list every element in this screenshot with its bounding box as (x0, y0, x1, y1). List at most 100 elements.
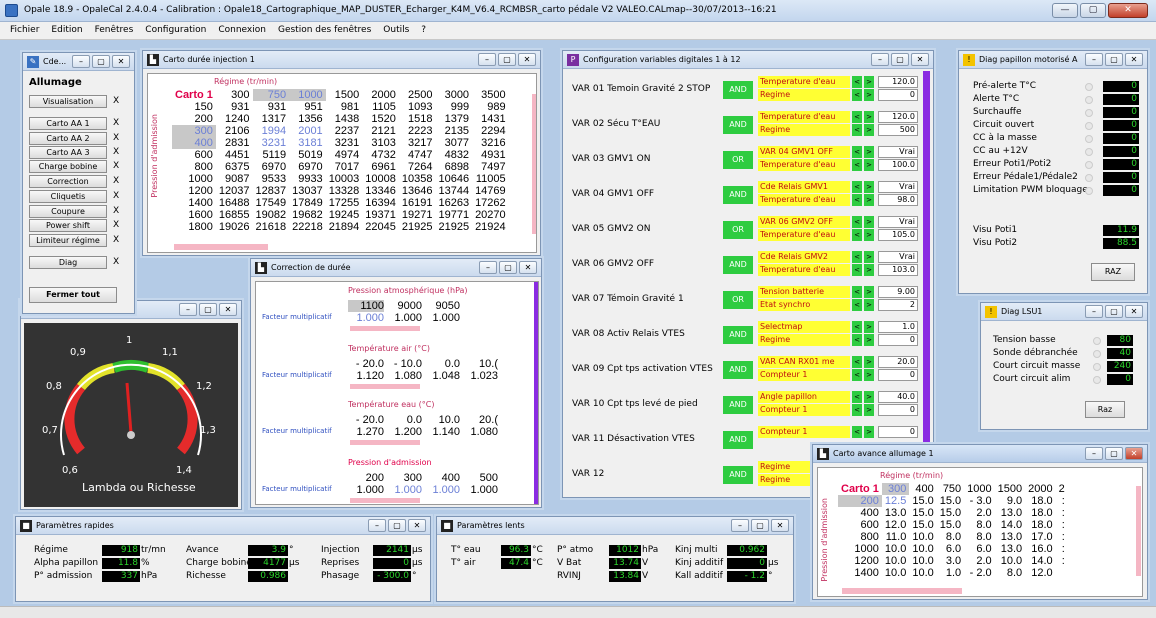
table-cell[interactable]: 13.0 (882, 507, 909, 519)
table-cell[interactable]: : (1056, 555, 1068, 567)
allumage-item-button[interactable]: Carto AA 3 (29, 146, 107, 159)
threshold-value[interactable]: 1.0 (878, 321, 918, 333)
logic-operator[interactable]: OR (723, 291, 753, 309)
axis-cell[interactable]: - 20.0 (348, 358, 384, 370)
allumage-item-button[interactable]: Visualisation (29, 95, 107, 108)
allumage-item-close[interactable]: X (113, 220, 119, 230)
table-cell[interactable]: 1431 (472, 113, 509, 125)
threshold-value[interactable]: 20.0 (878, 356, 918, 368)
table-cell[interactable]: 6375 (216, 161, 253, 173)
table-cell[interactable]: 1438 (326, 113, 363, 125)
block-scrollbar[interactable] (350, 498, 420, 503)
table-cell[interactable]: 1379 (435, 113, 472, 125)
compare-gt[interactable]: > (864, 264, 874, 276)
input-variable[interactable]: Regime (758, 334, 850, 346)
allumage-item-close[interactable]: X (113, 161, 119, 171)
compare-gt[interactable]: > (864, 299, 874, 311)
table-cell[interactable]: 6.0 (937, 543, 964, 555)
allumage-item-close[interactable]: X (113, 96, 119, 106)
raz-lsu-button[interactable]: Raz (1085, 401, 1125, 418)
table-cell[interactable]: 2.0 (964, 507, 994, 519)
input-variable[interactable]: Temperature d'eau (758, 194, 850, 206)
minimize-button[interactable]: – (731, 519, 749, 532)
input-variable[interactable]: VAR CAN RX01 me (758, 356, 850, 368)
table-cell[interactable]: 5019 (289, 149, 326, 161)
table-cell[interactable]: 6961 (362, 161, 399, 173)
table-cell[interactable]: 6.0 (964, 543, 994, 555)
table-cell[interactable]: 2001 (289, 125, 326, 137)
logic-operator[interactable]: AND (723, 81, 753, 99)
maximize-button[interactable]: ▢ (891, 53, 909, 66)
logic-operator[interactable]: OR (723, 151, 753, 169)
logic-operator[interactable]: AND (723, 186, 753, 204)
close-button[interactable]: ✕ (112, 55, 130, 68)
maximize-button[interactable]: ▢ (1105, 447, 1123, 460)
block-scrollbar[interactable] (350, 384, 420, 389)
compare-lt[interactable]: < (852, 286, 862, 298)
minimize-button[interactable]: – (72, 55, 90, 68)
table-cell[interactable]: 1093 (399, 101, 436, 113)
row-header[interactable]: 200 (172, 113, 216, 125)
row-header[interactable]: 300 (172, 125, 216, 137)
compare-lt[interactable]: < (852, 124, 862, 136)
row-header[interactable]: 400 (172, 137, 216, 149)
table-cell[interactable]: 5119 (253, 149, 290, 161)
close-button[interactable]: ✕ (1125, 53, 1143, 66)
table-cell[interactable]: 3103 (362, 137, 399, 149)
table-cell[interactable]: 19082 (253, 209, 290, 221)
table-cell[interactable]: 10.0 (882, 543, 909, 555)
column-header[interactable]: 2 (1056, 483, 1068, 495)
logic-operator[interactable]: AND (723, 326, 753, 344)
input-variable[interactable]: Cde Relais GMV2 (758, 251, 850, 263)
menu-gestion-fenetres[interactable]: Gestion des fenêtres (278, 25, 371, 39)
allumage-item-button[interactable]: Limiteur régime (29, 234, 107, 247)
table-cell[interactable]: 19371 (362, 209, 399, 221)
close-button[interactable]: ✕ (1125, 305, 1143, 318)
input-variable[interactable]: Cde Relais GMV1 (758, 181, 850, 193)
threshold-value[interactable]: 100.0 (878, 159, 918, 171)
table-cell[interactable]: 13.0 (995, 507, 1025, 519)
table-cell[interactable]: 15.0 (937, 495, 964, 507)
compare-gt[interactable]: > (864, 216, 874, 228)
menu-outils[interactable]: Outils (383, 25, 409, 39)
compare-lt[interactable]: < (852, 194, 862, 206)
maximize-button[interactable]: ▢ (751, 519, 769, 532)
fermer-tout-button[interactable]: Fermer tout (29, 287, 117, 303)
table-cell[interactable]: 19682 (289, 209, 326, 221)
allumage-item-button[interactable]: Cliquetis (29, 190, 107, 203)
vertical-scrollbar[interactable] (532, 94, 536, 234)
table-cell[interactable]: 12.0 (1025, 567, 1055, 579)
row-header[interactable]: 600 (172, 149, 216, 161)
logic-operator[interactable]: AND (723, 396, 753, 414)
allumage-item-close[interactable]: X (113, 191, 119, 201)
minimize-button[interactable]: – (368, 519, 386, 532)
row-header[interactable]: 600 (838, 519, 882, 531)
minimize-button[interactable]: – (179, 303, 197, 316)
table-cell[interactable]: 22045 (362, 221, 399, 233)
table-cell[interactable]: 4747 (399, 149, 436, 161)
table-cell[interactable]: 18.0 (1025, 495, 1055, 507)
axis-cell[interactable]: 0.0 (386, 414, 422, 426)
table-cell[interactable]: 2294 (472, 125, 509, 137)
axis-cell[interactable]: - 20.0 (348, 414, 384, 426)
column-header[interactable]: 1500 (326, 89, 363, 101)
table-cell[interactable]: 11005 (472, 173, 509, 185)
scrollbar[interactable] (534, 282, 538, 504)
threshold-value[interactable]: 0 (878, 334, 918, 346)
compare-lt[interactable]: < (852, 369, 862, 381)
maximize-button[interactable]: ▢ (199, 303, 217, 316)
table-cell[interactable]: 7497 (472, 161, 509, 173)
table-cell[interactable]: 18.0 (1025, 507, 1055, 519)
raz-button[interactable]: RAZ (1091, 263, 1135, 281)
compare-gt[interactable]: > (864, 229, 874, 241)
input-variable[interactable]: VAR 06 GMV2 OFF (758, 216, 850, 228)
axis-cell[interactable]: 400 (424, 472, 460, 484)
value-cell[interactable]: 1.080 (462, 426, 498, 438)
close-button[interactable]: ✕ (408, 519, 426, 532)
table-cell[interactable]: 18.0 (1025, 519, 1055, 531)
table-cell[interactable]: 11.0 (882, 531, 909, 543)
input-variable[interactable]: Compteur 1 (758, 404, 850, 416)
table-cell[interactable]: 2831 (216, 137, 253, 149)
table-cell[interactable]: 999 (435, 101, 472, 113)
compare-gt[interactable]: > (864, 159, 874, 171)
